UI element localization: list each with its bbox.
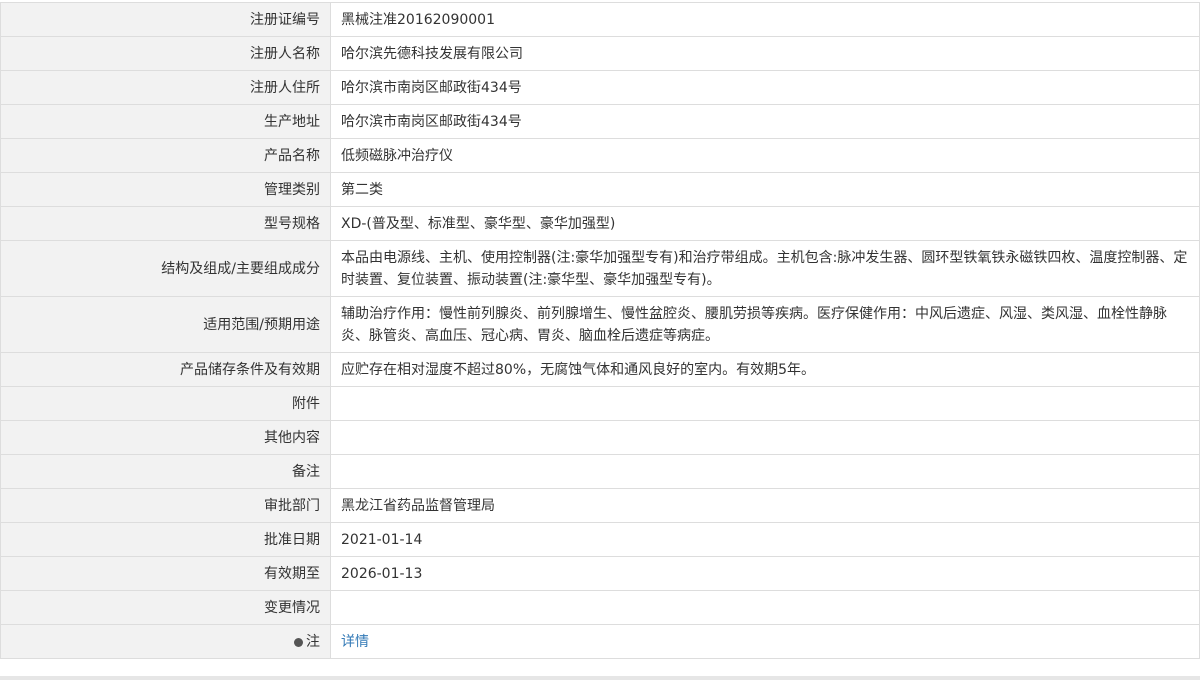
row-value: 哈尔滨市南岗区邮政街434号 <box>330 104 1200 139</box>
row-label: 注 <box>0 624 331 659</box>
row-label: 批准日期 <box>0 522 331 557</box>
row-approval-department: 审批部门 黑龙江省药品监督管理局 <box>0 488 1200 523</box>
row-label: 审批部门 <box>0 488 331 523</box>
row-value: 2026-01-13 <box>330 556 1200 591</box>
row-label: 注册人名称 <box>0 36 331 71</box>
row-attachments: 附件 <box>0 386 1200 421</box>
row-value: 低频磁脉冲治疗仪 <box>330 138 1200 173</box>
row-value <box>330 454 1200 489</box>
bottom-divider <box>0 676 1200 680</box>
row-label: 结构及组成/主要组成成分 <box>0 240 331 297</box>
row-value: 第二类 <box>330 172 1200 207</box>
row-label: 备注 <box>0 454 331 489</box>
row-label: 注册人住所 <box>0 70 331 105</box>
row-value: 应贮存在相对湿度不超过80%，无腐蚀气体和通风良好的室内。有效期5年。 <box>330 352 1200 387</box>
registration-detail-page: 注册证编号 黑械注准20162090001 注册人名称 哈尔滨先德科技发展有限公… <box>0 0 1200 680</box>
row-value: 哈尔滨先德科技发展有限公司 <box>330 36 1200 71</box>
row-value: 辅助治疗作用：慢性前列腺炎、前列腺增生、慢性盆腔炎、腰肌劳损等疾病。医疗保健作用… <box>330 296 1200 353</box>
row-value: 2021-01-14 <box>330 522 1200 557</box>
pin-icon <box>294 637 303 647</box>
row-management-category: 管理类别 第二类 <box>0 172 1200 207</box>
row-valid-until: 有效期至 2026-01-13 <box>0 556 1200 591</box>
row-label: 有效期至 <box>0 556 331 591</box>
row-label: 其他内容 <box>0 420 331 455</box>
row-structure-composition: 结构及组成/主要组成成分 本品由电源线、主机、使用控制器(注:豪华加强型专有)和… <box>0 240 1200 297</box>
row-label: 注册证编号 <box>0 2 331 37</box>
row-label: 型号规格 <box>0 206 331 241</box>
row-value: XD-(普及型、标准型、豪华型、豪华加强型) <box>330 206 1200 241</box>
row-intended-use: 适用范围/预期用途 辅助治疗作用：慢性前列腺炎、前列腺增生、慢性盆腔炎、腰肌劳损… <box>0 296 1200 353</box>
row-note: 注 详情 <box>0 624 1200 659</box>
row-approval-date: 批准日期 2021-01-14 <box>0 522 1200 557</box>
row-remarks: 备注 <box>0 454 1200 489</box>
registration-info-table: 注册证编号 黑械注准20162090001 注册人名称 哈尔滨先德科技发展有限公… <box>0 2 1200 659</box>
row-model-spec: 型号规格 XD-(普及型、标准型、豪华型、豪华加强型) <box>0 206 1200 241</box>
row-value: 哈尔滨市南岗区邮政街434号 <box>330 70 1200 105</box>
row-storage-validity: 产品储存条件及有效期 应贮存在相对湿度不超过80%，无腐蚀气体和通风良好的室内。… <box>0 352 1200 387</box>
row-label: 适用范围/预期用途 <box>0 296 331 353</box>
row-value <box>330 590 1200 625</box>
row-label: 变更情况 <box>0 590 331 625</box>
row-label: 生产地址 <box>0 104 331 139</box>
row-label: 附件 <box>0 386 331 421</box>
row-registration-number: 注册证编号 黑械注准20162090001 <box>0 2 1200 37</box>
row-label: 产品名称 <box>0 138 331 173</box>
row-other-content: 其他内容 <box>0 420 1200 455</box>
row-value: 详情 <box>330 624 1200 659</box>
row-value <box>330 386 1200 421</box>
row-value <box>330 420 1200 455</box>
details-link[interactable]: 详情 <box>341 634 369 650</box>
note-label: 注 <box>306 633 320 650</box>
row-label: 管理类别 <box>0 172 331 207</box>
row-value: 黑械注准20162090001 <box>330 2 1200 37</box>
row-change-history: 变更情况 <box>0 590 1200 625</box>
row-registrant-name: 注册人名称 哈尔滨先德科技发展有限公司 <box>0 36 1200 71</box>
row-value: 本品由电源线、主机、使用控制器(注:豪华加强型专有)和治疗带组成。主机包含:脉冲… <box>330 240 1200 297</box>
row-production-address: 生产地址 哈尔滨市南岗区邮政街434号 <box>0 104 1200 139</box>
row-product-name: 产品名称 低频磁脉冲治疗仪 <box>0 138 1200 173</box>
row-label: 产品储存条件及有效期 <box>0 352 331 387</box>
row-registrant-address: 注册人住所 哈尔滨市南岗区邮政街434号 <box>0 70 1200 105</box>
row-value: 黑龙江省药品监督管理局 <box>330 488 1200 523</box>
